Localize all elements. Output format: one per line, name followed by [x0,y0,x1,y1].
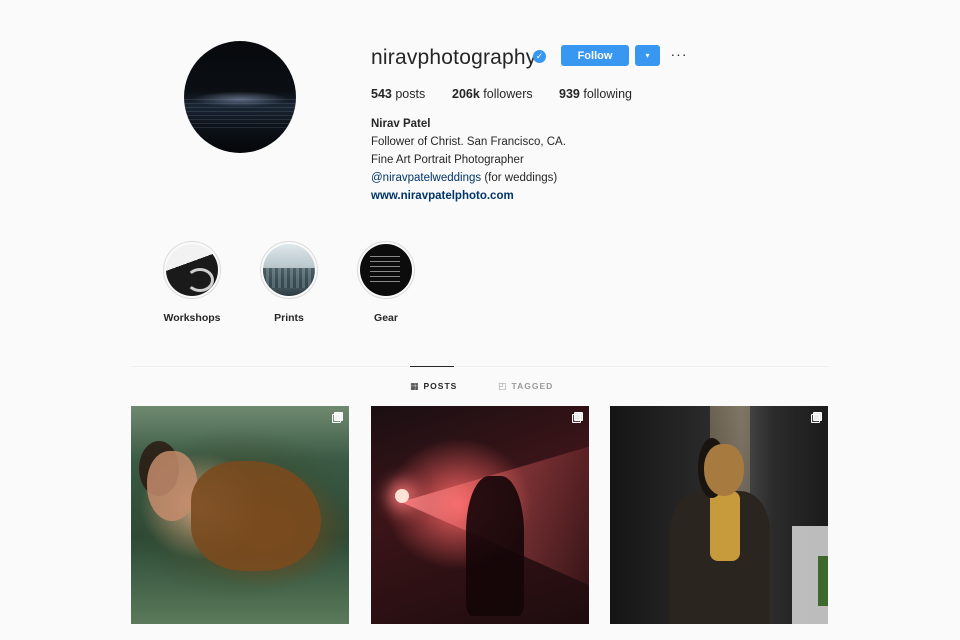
mention-suffix: (for weddings) [481,172,558,184]
follow-button[interactable]: Follow [561,45,629,66]
post-image-detail [191,461,321,571]
highlight-workshops[interactable]: Workshops [160,241,224,324]
post-image-detail [466,476,524,616]
tabs-divider [131,366,829,367]
highlight-ring [357,241,415,299]
highlight-label: Prints [274,312,304,324]
post-image-detail [395,489,409,503]
highlight-ring [260,241,318,299]
followers-count-label: followers [483,87,533,101]
highlight-label: Workshops [163,312,221,324]
grid-icon: ▦ [410,381,420,391]
tab-tagged-label: TAGGED [511,381,554,391]
following-count-value: 939 [559,87,580,101]
posts-count-value: 543 [371,87,392,101]
profile-full-name: Nirav Patel [371,118,431,130]
post-thumbnail[interactable] [371,406,589,624]
more-options-icon[interactable]: ··· [670,45,688,66]
multiple-photos-icon [332,412,343,423]
post-thumbnail[interactable] [131,406,349,624]
highlight-gear[interactable]: Gear [354,241,418,324]
post-image-detail [147,451,197,521]
bio-website-line: www.niravpatelphoto.com [371,188,514,204]
post-thumbnail[interactable] [610,406,828,624]
website-link[interactable]: www.niravpatelphoto.com [371,190,514,202]
posts-count-label: posts [395,87,426,101]
followers-link[interactable]: 206k followers [452,86,533,102]
followers-count-value: 206k [452,87,480,101]
following-count-label: following [583,87,632,101]
highlight-cover-image [166,244,218,296]
highlight-prints[interactable]: Prints [257,241,321,324]
verified-badge-icon: ✓ [533,50,546,63]
following-link[interactable]: 939 following [559,86,632,102]
multiple-photos-icon [811,412,822,423]
bio-line-2: Fine Art Portrait Photographer [371,154,524,166]
bio-line-1: Follower of Christ. San Francisco, CA. [371,136,566,148]
tab-tagged[interactable]: ◰ TAGGED [498,381,553,392]
tab-posts[interactable]: ▦ POSTS [410,381,457,392]
bio-line-3: @niravpatelweddings (for weddings) [371,170,557,186]
active-tab-indicator [410,366,454,367]
highlight-cover-image [360,244,412,296]
mention-link[interactable]: @niravpatelweddings [371,172,481,184]
post-image-detail [818,556,828,606]
highlight-label: Gear [374,312,398,324]
highlight-cover-image [263,244,315,296]
post-image-detail [704,444,744,496]
tag-icon: ◰ [498,381,508,391]
multiple-photos-icon [572,412,583,423]
profile-avatar[interactable] [184,41,296,153]
posts-count: 543 posts [371,86,425,102]
post-image-detail [710,491,740,561]
suggestions-dropdown-button[interactable]: ▾ [635,45,660,66]
profile-username: niravphotography [371,46,537,69]
tab-posts-label: POSTS [423,381,458,391]
highlight-ring [163,241,221,299]
